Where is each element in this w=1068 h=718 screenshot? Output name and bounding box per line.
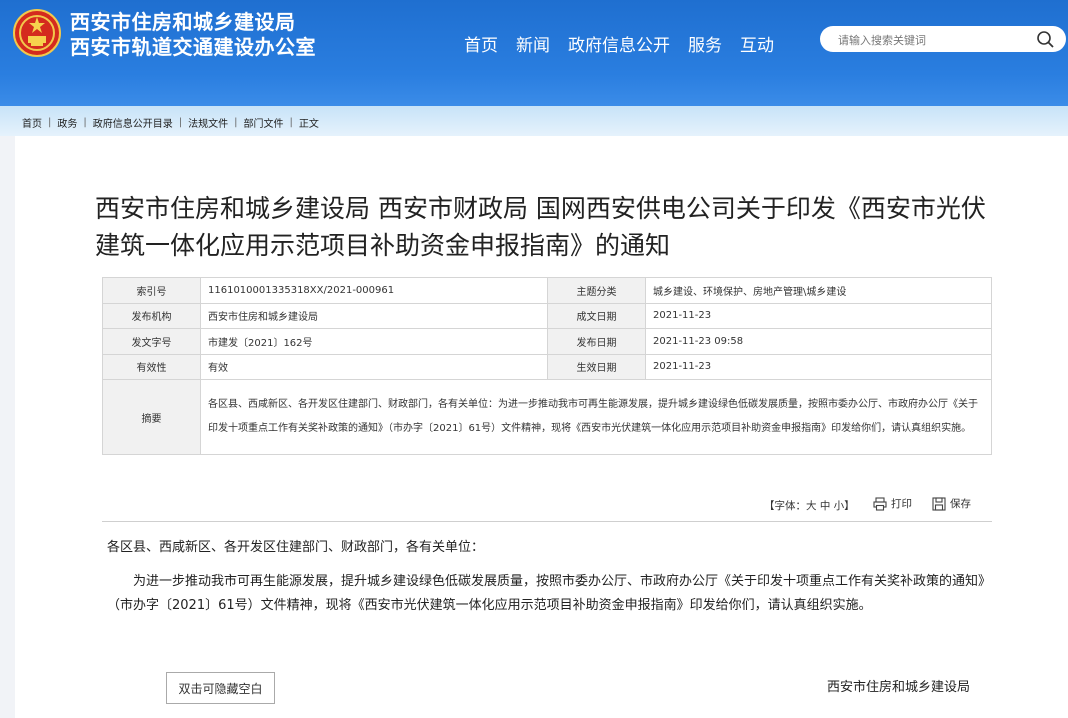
hide-blank-button[interactable]: 双击可隐藏空白 [166,672,275,704]
breadcrumb-regulations[interactable]: 法规文件 [188,115,228,130]
breadcrumb: 首页 | 政务 | 政府信息公开目录 | 法规文件 | 部门文件 | 正文 [22,115,319,130]
breadcrumb-info-catalog[interactable]: 政府信息公开目录 [93,115,173,130]
meta-label: 索引号 [102,277,201,304]
font-size-switcher[interactable]: 【字体：大 中 小】 [764,498,855,513]
search-input[interactable]: 请输入搜索关键词 [838,32,926,48]
breadcrumb-separator: | [178,117,183,128]
print-button[interactable]: 打印 [873,496,912,511]
meta-value-written-date: 2021-11-23 [645,302,992,329]
article-toolbar: 【字体：大 中 小】 打印 保存 [15,496,990,516]
site-header: 西安市住房和城乡建设局 西安市轨道交通建设办公室 首页 新闻 政府信息公开 服务… [0,0,1068,106]
article-title: 西安市住房和城乡建设局 西安市财政局 国网西安供电公司关于印发《西安市光伏建筑一… [95,194,986,260]
meta-value-issuer: 西安市住房和城乡建设局 [200,302,548,329]
meta-label: 发布日期 [547,328,646,355]
breadcrumb-separator: | [289,117,293,128]
breadcrumb-bar: 首页 | 政务 | 政府信息公开目录 | 法规文件 | 部门文件 | 正文 [0,106,1068,136]
nav-news[interactable]: 新闻 [516,31,550,56]
meta-label: 摘要 [102,379,201,455]
body-paragraph: 为进一步推动我市可再生能源发展，提升城乡建设绿色低碳发展质量，按照市委办公厅、市… [107,574,992,613]
meta-value-validity: 有效 [200,353,548,380]
meta-label: 成文日期 [547,302,646,329]
meta-label: 发文字号 [102,328,201,355]
printer-icon [873,496,887,511]
meta-label: 发布机构 [102,302,201,329]
breadcrumb-current: 正文 [298,119,319,130]
nav-interact[interactable]: 互动 [740,31,774,56]
nav-home[interactable]: 首页 [464,31,498,56]
save-label: 保存 [950,498,971,510]
nav-service[interactable]: 服务 [688,31,722,56]
site-name-line2: 西安市轨道交通建设办公室 [70,35,316,59]
main-nav: 首页 新闻 政府信息公开 服务 互动 [464,31,792,56]
nav-gov-info[interactable]: 政府信息公开 [568,31,670,56]
meta-value-topic: 城乡建设、环境保护、房地产管理\城乡建设 [645,277,992,304]
meta-value-published-date: 2021-11-23 09:58 [645,328,992,355]
site-name-line1: 西安市住房和城乡建设局 [70,10,296,34]
meta-label: 有效性 [102,353,201,380]
breadcrumb-separator: | [48,117,52,128]
national-emblem-icon [13,9,61,57]
search-icon[interactable] [1036,30,1056,50]
meta-value-index: 1161010001335318XX/2021-000961 [200,277,548,304]
article-body: 各区县、西咸新区、各开发区住建部门、财政部门，各有关单位： 为进一步推动我市可再… [107,536,995,618]
document-meta-table: 索引号 1161010001335318XX/2021-000961 主题分类 … [102,277,992,455]
search-box[interactable]: 请输入搜索关键词 [820,26,1066,52]
article-card: 西安市住房和城乡建设局 西安市财政局 国网西安供电公司关于印发《西安市光伏建筑一… [15,136,1068,718]
breadcrumb-separator: | [83,117,87,128]
meta-label: 生效日期 [547,353,646,380]
meta-value-abstract: 各区县、西咸新区、各开发区住建部门、财政部门，各有关单位：为进一步推动我市可再生… [200,379,992,455]
site-brand[interactable]: 西安市住房和城乡建设局 西安市轨道交通建设办公室 [70,10,316,60]
print-label: 打印 [891,498,912,510]
salutation: 各区县、西咸新区、各开发区住建部门、财政部门，各有关单位： [107,540,485,555]
breadcrumb-affairs[interactable]: 政务 [57,115,77,130]
meta-value-doc-number: 市建发〔2021〕162号 [200,328,548,355]
save-button[interactable]: 保存 [932,496,971,511]
divider [102,521,992,522]
signature: 西安市住房和城乡建设局 [827,680,971,695]
meta-label: 主题分类 [547,277,646,304]
breadcrumb-home[interactable]: 首页 [22,115,42,130]
breadcrumb-separator: | [234,117,238,128]
breadcrumb-dept-docs[interactable]: 部门文件 [244,115,284,130]
meta-value-effective-date: 2021-11-23 [645,353,992,380]
save-icon [932,496,946,511]
